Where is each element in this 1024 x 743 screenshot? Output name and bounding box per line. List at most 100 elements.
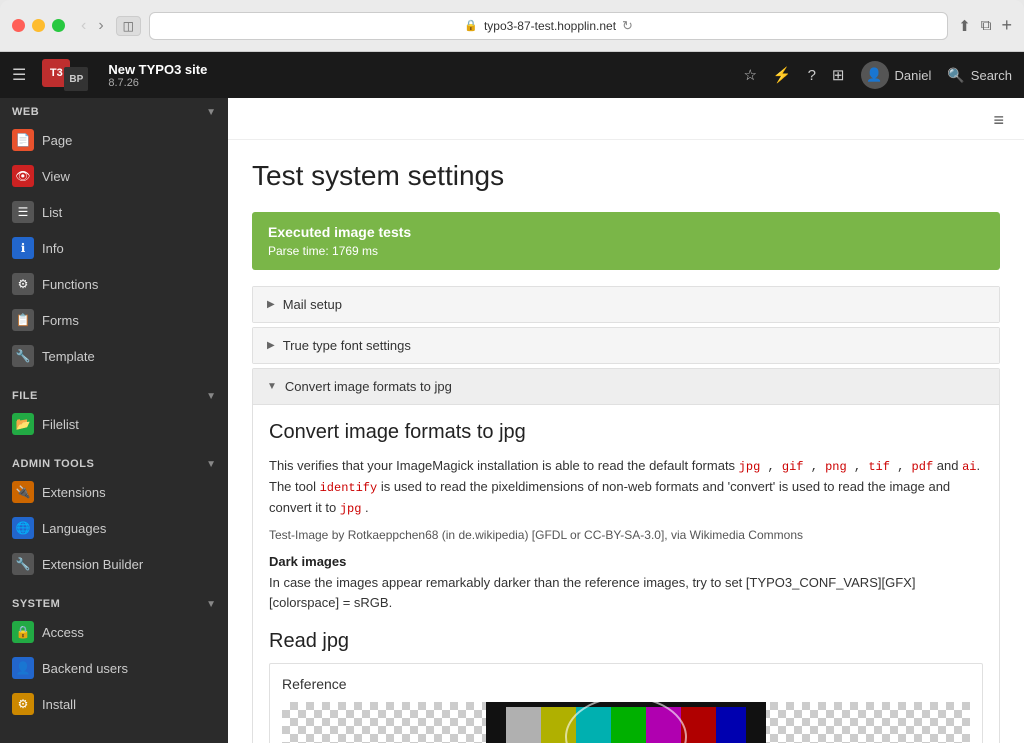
sidebar-item-languages[interactable]: 🌐 Languages — [0, 510, 228, 546]
file-section-header: FILE ▼ — [0, 382, 228, 406]
system-chevron-icon: ▼ — [206, 599, 216, 610]
search-button[interactable]: 🔍 Search — [947, 67, 1012, 84]
admin-chevron-icon: ▼ — [206, 459, 216, 470]
success-sub: Parse time: 1769 ms — [268, 244, 984, 258]
sidebar-item-filelist[interactable]: 📂 Filelist — [0, 406, 228, 442]
topbar: ☰ T3 BP New TYPO3 site 8.7.26 ☆ ⚡ ? ⊞ 👤 … — [0, 52, 1024, 98]
accordion-font-settings: ▶ True type font settings — [252, 327, 1000, 364]
mac-window-chrome: ‹ › ◫ 🔒 typo3-87-test.hopplin.net ↻ ⬆ ⧉ … — [0, 0, 1024, 52]
file-section-label: FILE — [12, 390, 38, 402]
success-title: Executed image tests — [268, 224, 984, 240]
forward-button[interactable]: › — [94, 15, 107, 37]
admin-section-header: ADMIN TOOLS ▼ — [0, 450, 228, 474]
accordion-convert-content: Convert image formats to jpg This verifi… — [253, 404, 999, 743]
backend-users-label: Backend users — [42, 661, 128, 676]
address-bar[interactable]: 🔒 typo3-87-test.hopplin.net ↻ — [149, 12, 948, 40]
admin-section-label: ADMIN TOOLS — [12, 458, 94, 470]
new-tab-button[interactable]: ⧉ — [981, 17, 992, 34]
functions-label: Functions — [42, 277, 98, 292]
dark-images-text: In case the images appear remarkably dar… — [269, 573, 983, 615]
sidebar-item-info[interactable]: ℹ Info — [0, 230, 228, 266]
convert-text-before: This verifies that your ImageMagick inst… — [269, 458, 739, 473]
share-button[interactable]: ⬆ — [958, 17, 971, 35]
accordion-mail-header[interactable]: ▶ Mail setup — [253, 287, 999, 322]
convert-image-label: Convert image formats to jpg — [285, 379, 452, 394]
ext-builder-icon: 🔧 — [12, 553, 34, 575]
search-label: Search — [971, 68, 1012, 83]
sidebar-item-extensions[interactable]: 🔌 Extensions — [0, 474, 228, 510]
format-comma4: , — [890, 460, 904, 474]
help-icon[interactable]: ? — [808, 67, 816, 84]
minimize-button[interactable] — [32, 19, 45, 32]
font-settings-label: True type font settings — [283, 338, 411, 353]
sidebar-item-view[interactable]: 👁 View — [0, 158, 228, 194]
site-version: 8.7.26 — [108, 77, 207, 89]
lightning-icon[interactable]: ⚡ — [773, 66, 792, 84]
web-section-header: WEB ▼ — [0, 98, 228, 122]
read-jpg-title: Read jpg — [269, 630, 983, 653]
user-avatar: 👤 — [861, 61, 889, 89]
convert-description: This verifies that your ImageMagick inst… — [269, 456, 983, 520]
tab-button[interactable]: ◫ — [116, 16, 141, 36]
accordion-mail-setup: ▶ Mail setup — [252, 286, 1000, 323]
sidebar: WEB ▼ 📄 Page 👁 View ☰ List ℹ Info ⚙ Fun — [0, 98, 228, 743]
list-label: List — [42, 205, 62, 220]
content-header: ≡ — [228, 98, 1024, 140]
user-menu[interactable]: 👤 Daniel — [861, 61, 932, 89]
success-box: Executed image tests Parse time: 1769 ms — [252, 212, 1000, 270]
browser-toolbar: ⬆ ⧉ + — [958, 15, 1012, 36]
maximize-button[interactable] — [52, 19, 65, 32]
sidebar-item-forms[interactable]: 📋 Forms — [0, 302, 228, 338]
tool-identify: identify — [320, 481, 378, 495]
accordion-convert-image: ▼ Convert image formats to jpg Convert i… — [252, 368, 1000, 743]
web-chevron-icon: ▼ — [206, 107, 216, 118]
sidebar-item-list[interactable]: ☰ List — [0, 194, 228, 230]
bookmark-icon[interactable]: ☆ — [743, 66, 756, 84]
sidebar-item-install[interactable]: ⚙ Install — [0, 686, 228, 722]
format-gif: gif — [775, 460, 804, 474]
view-icon: 👁 — [12, 165, 34, 187]
file-chevron-icon: ▼ — [206, 391, 216, 402]
format-png: png — [818, 460, 847, 474]
languages-icon: 🌐 — [12, 517, 34, 539]
content-menu-button[interactable]: ≡ — [989, 110, 1008, 139]
accordion-font-header[interactable]: ▶ True type font settings — [253, 328, 999, 363]
access-label: Access — [42, 625, 84, 640]
reference-box: Reference — [269, 663, 983, 743]
filelist-label: Filelist — [42, 417, 79, 432]
mail-setup-label: Mail setup — [283, 297, 342, 312]
sidebar-item-access[interactable]: 🔒 Access — [0, 614, 228, 650]
format-jpg: jpg — [739, 460, 761, 474]
format-comma2: , — [804, 460, 818, 474]
page-label: Page — [42, 133, 72, 148]
sidebar-item-functions[interactable]: ⚙ Functions — [0, 266, 228, 302]
add-button[interactable]: + — [1001, 15, 1012, 36]
back-button[interactable]: ‹ — [77, 15, 90, 37]
reference-label: Reference — [282, 676, 970, 692]
hamburger-menu[interactable]: ☰ — [12, 65, 26, 85]
page-title: Test system settings — [252, 160, 1000, 192]
accordion-convert-header[interactable]: ▼ Convert image formats to jpg — [253, 369, 999, 404]
test-image-area — [282, 702, 970, 743]
address-text: typo3-87-test.hopplin.net — [484, 19, 616, 33]
mail-arrow-icon: ▶ — [267, 299, 275, 310]
close-button[interactable] — [12, 19, 25, 32]
app-window: ☰ T3 BP New TYPO3 site 8.7.26 ☆ ⚡ ? ⊞ 👤 … — [0, 52, 1024, 743]
sidebar-item-ext-builder[interactable]: 🔧 Extension Builder — [0, 546, 228, 582]
info-label: Info — [42, 241, 64, 256]
sidebar-item-backend-users[interactable]: 👤 Backend users — [0, 650, 228, 686]
list-icon: ☰ — [12, 201, 34, 223]
web-section-label: WEB — [12, 106, 39, 118]
format-pdf: pdf — [904, 460, 933, 474]
forms-icon: 📋 — [12, 309, 34, 331]
site-name: New TYPO3 site — [108, 62, 207, 77]
convert-text-end: . — [361, 500, 368, 515]
reload-icon: ↻ — [622, 18, 633, 34]
system-section-label: SYSTEM — [12, 598, 60, 610]
sidebar-item-template[interactable]: 🔧 Template — [0, 338, 228, 374]
sidebar-item-page[interactable]: 📄 Page — [0, 122, 228, 158]
grid-icon[interactable]: ⊞ — [832, 66, 845, 84]
convert-section-title: Convert image formats to jpg — [269, 421, 983, 444]
search-icon: 🔍 — [947, 67, 964, 84]
info-icon: ℹ — [12, 237, 34, 259]
